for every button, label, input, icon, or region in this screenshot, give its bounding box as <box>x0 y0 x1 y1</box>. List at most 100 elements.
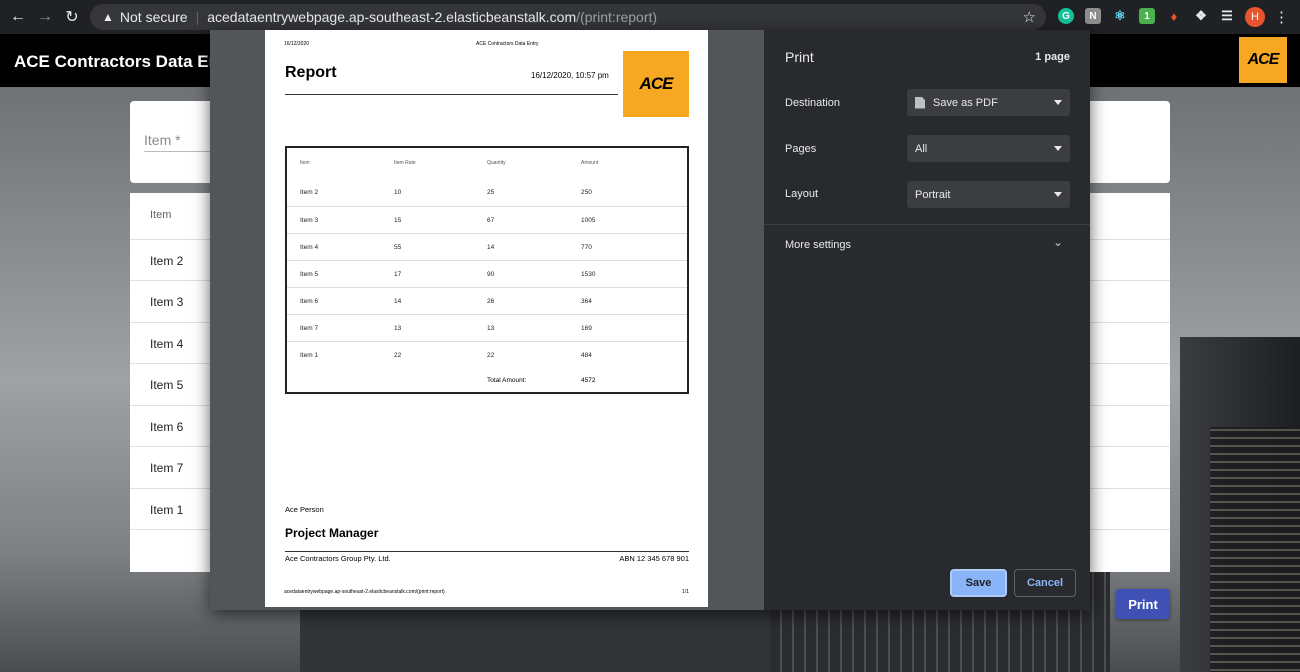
report-page: 16/12/2020 ACE Contractors Data Entry Re… <box>265 30 708 607</box>
table-cell: 364 <box>581 298 592 305</box>
table-cell: 13 <box>394 325 402 332</box>
list-item-label: Item 4 <box>150 337 184 351</box>
extension-icon[interactable]: N <box>1085 8 1101 24</box>
list-item-label: Item 2 <box>150 254 184 268</box>
table-cell: Item 5 <box>300 271 319 278</box>
print-preview-pane: 16/12/2020 ACE Contractors Data Entry Re… <box>210 30 764 610</box>
table-cell: 17 <box>394 271 402 278</box>
print-dialog: 16/12/2020 ACE Contractors Data Entry Re… <box>210 30 1090 610</box>
page-count: 1 page <box>1035 51 1070 63</box>
react-extension-icon[interactable]: ⚛ <box>1112 8 1128 24</box>
pages-value: All <box>915 142 928 155</box>
table-cell: 1005 <box>581 217 596 224</box>
total-amount-value: 4572 <box>581 377 596 384</box>
warning-icon: ▲ <box>102 10 114 24</box>
list-item-label: Item 3 <box>150 295 184 309</box>
table-cell: 22 <box>487 352 495 359</box>
table-cell: Item 3 <box>300 217 319 224</box>
destination-select[interactable]: Save as PDF <box>907 89 1070 116</box>
bookmark-star-icon[interactable]: ☆ <box>1023 8 1036 26</box>
print-dialog-title: Print <box>785 49 814 65</box>
report-title-rule <box>285 94 618 95</box>
extension-badge-icon[interactable]: 1 <box>1139 8 1155 24</box>
table-cell: 22 <box>394 352 402 359</box>
chevron-down-icon <box>1054 192 1062 197</box>
chevron-down-icon <box>1054 100 1062 105</box>
pages-select[interactable]: All <box>907 135 1070 162</box>
item-list-header: Item <box>150 209 172 221</box>
table-cell: 169 <box>581 325 592 332</box>
list-item-label: Item 7 <box>150 461 184 475</box>
table-cell: 15 <box>394 217 402 224</box>
omnibox-separator: | <box>195 9 200 25</box>
back-arrow-icon[interactable]: ← <box>6 5 30 29</box>
save-button[interactable]: Save <box>950 569 1007 597</box>
extension-icon[interactable]: ♦ <box>1166 8 1182 24</box>
table-cell: Item 7 <box>300 325 319 332</box>
app-logo: ACE <box>1239 37 1287 83</box>
address-bar[interactable]: ▲ Not secure | acedataentrywebpage.ap-so… <box>90 4 1046 30</box>
list-item-label: Item 6 <box>150 420 184 434</box>
list-item-label: Item 1 <box>150 503 184 517</box>
company-name: Ace Contractors Group Pty. Ltd. <box>285 554 391 563</box>
table-cell: Item 4 <box>300 244 319 251</box>
company-abn: ABN 12 345 678 901 <box>619 554 689 563</box>
destination-label: Destination <box>785 97 841 109</box>
table-cell: Item 6 <box>300 298 319 305</box>
report-logo: ACE <box>623 51 689 117</box>
extension-badge-count: 1 <box>1144 10 1150 22</box>
table-cell: 770 <box>581 244 592 251</box>
item-input-underline <box>144 151 210 152</box>
report-title: Report <box>285 64 337 81</box>
reload-icon[interactable]: ↻ <box>60 5 84 29</box>
table-cell: 484 <box>581 352 592 359</box>
table-row: Item 7 13 13 169 <box>287 314 687 341</box>
table-cell: 25 <box>487 189 495 196</box>
column-header: Quantity <box>487 160 506 166</box>
table-cell: 14 <box>394 298 402 305</box>
page-footer-number: 1/1 <box>682 589 689 595</box>
print-button[interactable]: Print <box>1116 589 1170 619</box>
table-cell: 67 <box>487 217 495 224</box>
media-control-icon[interactable]: ☰ <box>1219 8 1235 24</box>
security-label: Not secure <box>119 9 188 25</box>
table-cell: 90 <box>487 271 495 278</box>
app-title: ACE Contractors Data Entry <box>14 52 241 71</box>
profile-avatar[interactable]: H <box>1245 7 1265 27</box>
table-cell: 26 <box>487 298 495 305</box>
page-footer-url: acedataentrywebpage.ap-southeast-2.elast… <box>284 589 445 595</box>
report-datetime: 16/12/2020, 10:57 pm <box>531 71 609 80</box>
table-row: Item 4 55 14 770 <box>287 233 687 260</box>
table-cell: 1530 <box>581 271 596 278</box>
table-row: Item 6 14 26 364 <box>287 287 687 314</box>
column-header: Amount <box>581 160 599 166</box>
pages-label: Pages <box>785 143 817 155</box>
table-row: Item 5 17 90 1530 <box>287 260 687 287</box>
grammarly-extension-icon[interactable]: G <box>1058 8 1074 24</box>
forward-arrow-icon[interactable]: → <box>33 5 57 29</box>
cancel-button[interactable]: Cancel <box>1014 569 1076 597</box>
table-cell: 10 <box>394 189 402 196</box>
document-icon <box>915 96 925 109</box>
table-cell: Item 2 <box>300 189 319 196</box>
report-table: Item Item Rate Quantity Amount Item 2 10… <box>285 146 689 394</box>
layout-select[interactable]: Portrait <box>907 181 1070 208</box>
chevron-down-icon[interactable]: ⌄ <box>1053 235 1063 249</box>
chevron-down-icon <box>1054 146 1062 151</box>
more-settings-toggle[interactable]: More settings <box>785 239 851 251</box>
browser-toolbar: ← → ↻ ▲ Not secure | acedataentrywebpage… <box>0 0 1300 34</box>
background-building <box>300 607 770 672</box>
item-input-label[interactable]: Item * <box>144 132 181 148</box>
background-building <box>1210 427 1300 672</box>
table-row: Item 2 10 25 250 <box>287 179 687 206</box>
page-header-app: ACE Contractors Data Entry <box>476 41 539 47</box>
table-row: Item 1 22 22 484 <box>287 341 687 368</box>
signer-name: Ace Person <box>285 505 324 514</box>
table-cell: 14 <box>487 244 495 251</box>
list-item-label: Item 5 <box>150 378 184 392</box>
settings-divider <box>764 224 1090 225</box>
layout-label: Layout <box>785 188 819 200</box>
table-cell: 55 <box>394 244 402 251</box>
browser-menu-icon[interactable]: ⋮ <box>1274 8 1289 26</box>
puzzle-extensions-icon[interactable]: ❖ <box>1193 8 1209 24</box>
